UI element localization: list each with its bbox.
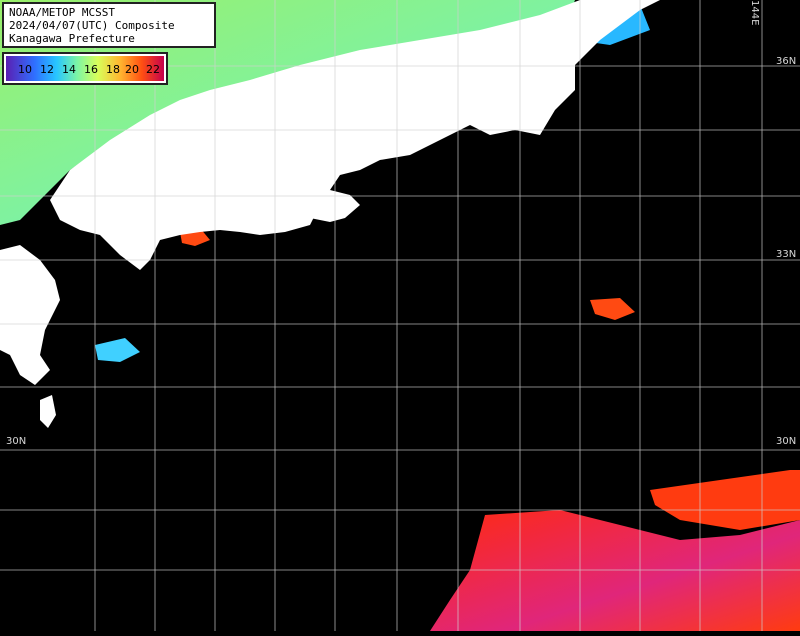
legend-label-20: 20: [125, 63, 139, 76]
legend-label-14: 14: [62, 63, 76, 76]
tanegashima-land: [40, 395, 56, 428]
title-line-region: Kanagawa Prefecture: [9, 32, 135, 45]
legend-label-16: 16: [84, 63, 98, 76]
kuroshio-sst-2: [650, 470, 800, 530]
title-line-date: 2024/04/07(UTC) Composite: [9, 19, 175, 32]
legend-label-12: 12: [40, 63, 54, 76]
legend-label-22: 22: [146, 63, 160, 76]
warm-patch-1: [590, 298, 635, 320]
map-canvas: [0, 0, 800, 631]
title-line-source: NOAA/METOP MCSST: [9, 6, 115, 19]
lat-label-33n: 33N: [776, 249, 797, 260]
sst-map: 36N 33N 30N 30N 144E NOAA/METOP MCSST 202…: [0, 0, 800, 631]
kyushu-land: [0, 245, 60, 385]
coastal-sst-1: [95, 338, 140, 362]
lat-label-36n: 36N: [776, 56, 797, 67]
map-title-box: NOAA/METOP MCSST 2024/04/07(UTC) Composit…: [2, 2, 216, 48]
legend-label-18: 18: [106, 63, 120, 76]
lon-label-144e: 144E: [749, 0, 760, 26]
lat-label-30n-left: 30N: [6, 436, 27, 447]
legend-label-10: 10: [18, 63, 32, 76]
lat-label-30n-right: 30N: [776, 436, 797, 447]
temperature-legend: 10 12 14 16 18 20 22: [2, 52, 168, 85]
